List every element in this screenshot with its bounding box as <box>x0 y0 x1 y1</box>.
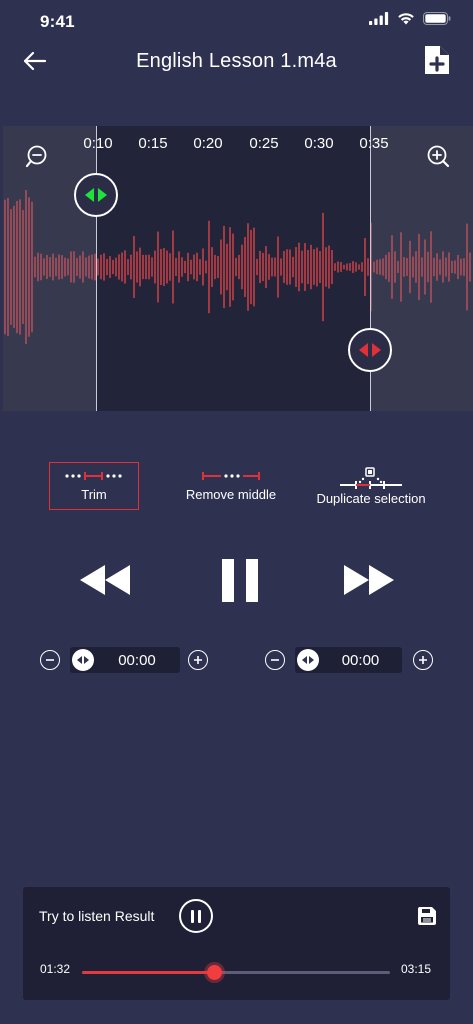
result-total-time: 03:15 <box>400 962 431 976</box>
duplicate-selection-label: Duplicate selection <box>316 490 426 506</box>
remove-middle-icon <box>202 471 260 480</box>
start-time-icon <box>72 649 94 671</box>
remove-middle-tool[interactable]: Remove middle <box>176 462 286 510</box>
page-title: English Lesson 1.m4a <box>136 50 337 72</box>
zoom-out-icon <box>25 145 47 168</box>
plus-icon <box>194 656 202 664</box>
end-time-decrease-button[interactable] <box>265 650 285 670</box>
timeline-label: 0:15 <box>138 135 168 152</box>
cellular-signal-icon <box>369 12 389 25</box>
duplicate-selection-tool[interactable]: Duplicate selection <box>306 462 436 510</box>
end-time-icon <box>297 649 319 671</box>
trim-label: Trim <box>81 486 107 502</box>
save-button[interactable] <box>416 905 438 927</box>
drag-arrows-icon <box>302 656 314 664</box>
pause-icon <box>222 559 258 602</box>
drag-arrows-icon <box>85 188 107 202</box>
trim-tool[interactable]: Trim <box>49 462 139 510</box>
timeline-label: 0:20 <box>193 135 223 152</box>
result-progress-bar[interactable] <box>82 965 390 980</box>
drag-arrows-icon <box>77 656 89 664</box>
pause-icon <box>198 909 201 923</box>
timeline-label: 0:35 <box>359 135 389 152</box>
result-panel: Try to listen Result 01:32 03:15 <box>23 887 450 1000</box>
add-file-icon <box>425 46 449 74</box>
timeline-label: 0:10 <box>83 135 113 152</box>
trim-icon <box>65 471 122 480</box>
zoom-in-icon <box>427 145 450 168</box>
wifi-icon <box>398 13 414 25</box>
rewind-button[interactable] <box>76 556 134 604</box>
minus-icon <box>46 659 54 661</box>
timeline-label: 0:25 <box>249 135 279 152</box>
start-time-value: 00:00 <box>118 651 156 669</box>
result-current-time: 01:32 <box>40 962 71 976</box>
end-time-increase-button[interactable] <box>413 650 433 670</box>
battery-icon <box>423 12 451 25</box>
fast-forward-button[interactable] <box>340 556 398 604</box>
zoom-in-button[interactable] <box>425 144 451 170</box>
save-icon <box>418 907 436 925</box>
zoom-out-button[interactable] <box>25 144 51 170</box>
start-time-decrease-button[interactable] <box>40 650 60 670</box>
result-progress-knob[interactable] <box>207 965 223 980</box>
result-pause-button[interactable] <box>179 899 213 933</box>
selection-start-line <box>96 126 97 411</box>
pause-button[interactable] <box>214 556 264 604</box>
fast-forward-icon <box>344 565 394 595</box>
start-time-field[interactable]: 00:00 <box>70 647 180 673</box>
end-time-value: 00:00 <box>341 651 380 669</box>
drag-arrows-icon <box>359 343 381 357</box>
minus-icon <box>271 659 279 661</box>
plus-icon <box>419 656 427 664</box>
duplicate-selection-icon <box>340 466 402 489</box>
waveform-area[interactable]: 0:10 0:15 0:20 0:25 0:30 0:35 <box>3 126 473 411</box>
selection-start-handle[interactable] <box>74 173 118 217</box>
rewind-icon <box>80 565 130 595</box>
status-time: 9:41 <box>40 12 75 31</box>
result-progress-fill <box>82 971 215 974</box>
add-file-button[interactable] <box>423 44 451 76</box>
timeline-label: 0:30 <box>304 135 334 152</box>
start-time-increase-button[interactable] <box>188 650 208 670</box>
selection-end-handle[interactable] <box>348 328 392 372</box>
unselected-region-right <box>371 126 473 411</box>
status-icons <box>369 12 451 25</box>
result-label: Try to listen Result <box>39 908 155 924</box>
remove-middle-label: Remove middle <box>185 486 277 502</box>
end-time-field[interactable]: 00:00 <box>295 647 402 673</box>
pause-icon <box>191 909 194 923</box>
